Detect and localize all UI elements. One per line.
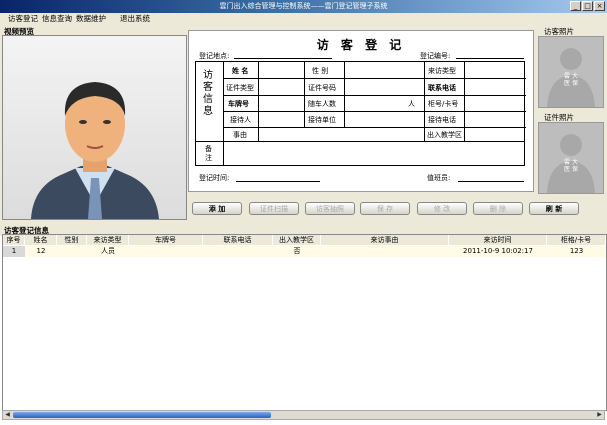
- menu-item-info-query[interactable]: 信息查询: [42, 13, 72, 25]
- table-row[interactable]: 1 12 人员 否 2011-10-9 10:02:17 123: [3, 246, 606, 257]
- location-field[interactable]: [234, 58, 332, 59]
- column-header[interactable]: 性别: [57, 235, 87, 245]
- visitor-capture-button[interactable]: 访客抽照: [305, 202, 355, 215]
- visitor-info-grid: 访客信息 备注 姓 名 性 别 来访类型 证件类型 证件号码 联系电话 车牌号 …: [195, 61, 526, 166]
- add-button[interactable]: 添 加: [192, 202, 242, 215]
- menu-bar: 访客登记 信息查询 数据维护 退出系统: [0, 13, 607, 25]
- reason-label: 事由: [233, 131, 247, 139]
- horizontal-scrollbar[interactable]: ◀ ▶: [2, 410, 605, 420]
- person-portrait-icon: [3, 36, 186, 219]
- person-silhouette-icon: [539, 37, 603, 107]
- time-field: [236, 181, 320, 182]
- scroll-left-icon[interactable]: ◀: [3, 411, 12, 419]
- cabinet-label: 柜号/卡号: [428, 100, 459, 108]
- table-cell: [321, 246, 449, 257]
- table-cell: 123: [569, 247, 584, 255]
- delete-button[interactable]: 删 除: [473, 202, 523, 215]
- visitor-info-side-label: 访客信息: [203, 70, 213, 117]
- host-phone-label: 接待电话: [428, 116, 456, 124]
- person-unit-label: 人: [408, 100, 415, 108]
- id-number-label: 证件号码: [308, 84, 336, 92]
- host-label: 接待人: [230, 116, 251, 124]
- visit-type-label: 来访类型: [428, 67, 456, 75]
- id-type-label: 证件类型: [226, 84, 254, 92]
- edit-button[interactable]: 修 改: [417, 202, 467, 215]
- maximize-button[interactable]: □: [582, 1, 593, 11]
- records-table: 序号 姓名 性别 来访类型 车牌号 联系电话 出入教学区 来访事由 来访时间 柜…: [2, 234, 607, 411]
- remark-label: 备注: [205, 145, 212, 162]
- companions-label: 随车人数: [308, 100, 336, 108]
- column-header[interactable]: 序号: [3, 235, 25, 245]
- table-cell: [129, 246, 203, 257]
- table-cell: [203, 246, 273, 257]
- host-unit-label: 接待单位: [308, 116, 336, 124]
- table-cell: 12: [36, 247, 46, 255]
- title-bar: 雲门出入综合管理与控制系统——雲门登记管理子系统 _ □ ×: [0, 0, 607, 13]
- column-header[interactable]: 姓名: [25, 235, 57, 245]
- exit-label: 出入教学区: [427, 131, 462, 139]
- id-scan-button[interactable]: 证件扫描: [249, 202, 299, 215]
- column-header[interactable]: 来访事由: [321, 235, 449, 245]
- location-label: 登记地点:: [199, 52, 230, 60]
- table-cell: 否: [293, 247, 301, 255]
- staff-field: [458, 181, 524, 182]
- column-header[interactable]: 车牌号: [129, 235, 203, 245]
- number-field[interactable]: [456, 58, 524, 59]
- scroll-thumb[interactable]: [13, 412, 271, 418]
- column-header[interactable]: 来访类型: [87, 235, 129, 245]
- video-preview: [2, 35, 187, 220]
- menu-item-visitor-register[interactable]: 访客登记: [8, 13, 38, 25]
- close-button[interactable]: ×: [594, 1, 605, 11]
- id-photo-watermark: 雲 大 医 保: [564, 159, 578, 173]
- column-header[interactable]: 柜格/卡号: [547, 235, 606, 245]
- column-header[interactable]: 联系电话: [203, 235, 273, 245]
- form-title: 访 客 登 记: [316, 38, 406, 52]
- number-label: 登记编号:: [420, 52, 451, 60]
- id-photo: 雲 大 医 保: [538, 122, 604, 194]
- visitor-photo-watermark: 雲 大 医 保: [564, 73, 578, 87]
- visitor-photo: 雲 大 医 保: [538, 36, 604, 108]
- save-button[interactable]: 保 存: [360, 202, 410, 215]
- menu-item-data-maintenance[interactable]: 数据维护: [76, 13, 106, 25]
- scroll-right-icon[interactable]: ▶: [595, 411, 604, 419]
- table-cell: [57, 246, 87, 257]
- table-cell: 人员: [101, 247, 115, 255]
- phone-label: 联系电话: [428, 84, 456, 92]
- minimize-button[interactable]: _: [570, 1, 581, 11]
- time-label: 登记时间:: [199, 174, 230, 182]
- name-label: 姓 名: [232, 67, 249, 75]
- column-header[interactable]: 出入教学区: [273, 235, 321, 245]
- window-title: 雲门出入综合管理与控制系统——雲门登记管理子系统: [219, 2, 388, 10]
- gender-label: 性 别: [312, 67, 329, 75]
- menu-item-exit[interactable]: 退出系统: [120, 13, 150, 25]
- window-controls: _ □ ×: [570, 1, 605, 11]
- refresh-button[interactable]: 刷 新: [529, 202, 579, 215]
- table-cell: 1: [3, 246, 25, 257]
- staff-label: 值班员:: [427, 174, 451, 182]
- person-silhouette-icon: [539, 123, 603, 193]
- table-cell: 2011-10-9 10:02:17: [463, 247, 533, 255]
- column-header[interactable]: 来访时间: [449, 235, 547, 245]
- plate-label: 车牌号: [228, 100, 249, 108]
